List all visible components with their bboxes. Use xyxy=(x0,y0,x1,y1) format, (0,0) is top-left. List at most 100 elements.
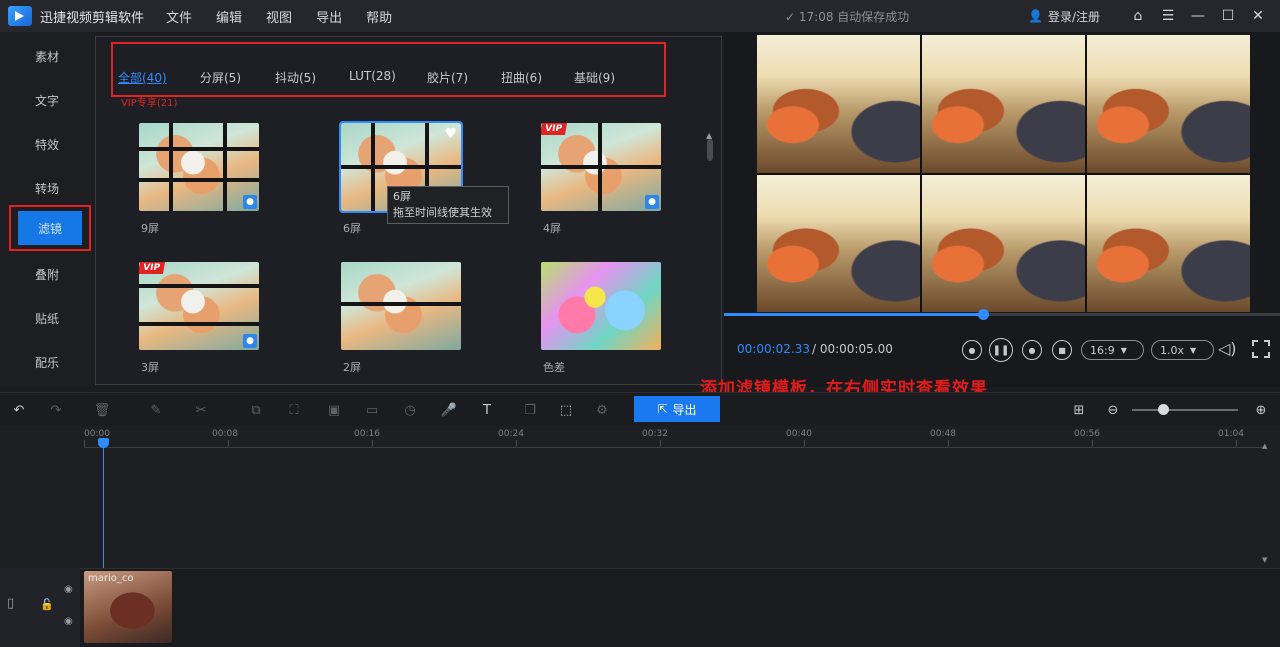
edit-icon[interactable]: ✎ xyxy=(147,401,165,419)
export-button[interactable]: ⇱ 导出 xyxy=(634,396,720,422)
grid-line xyxy=(341,165,461,169)
tab-basic[interactable]: 基础(9) xyxy=(574,69,615,86)
fit-timeline-icon[interactable]: ⊞ xyxy=(1070,401,1088,419)
app-title: 迅捷视频剪辑软件 xyxy=(40,10,145,26)
close-icon[interactable]: ✕ xyxy=(1246,4,1270,28)
sidebar-item-stickers[interactable]: 贴纸 xyxy=(0,298,94,338)
split-icon[interactable]: ⧉ xyxy=(247,401,265,419)
tab-film[interactable]: 胶片(7) xyxy=(427,69,468,86)
playback-progress-bar[interactable] xyxy=(724,309,1280,320)
tooltip-title: 6屏 xyxy=(393,190,411,203)
previous-frame-button[interactable]: ● xyxy=(962,340,982,360)
playhead-line[interactable] xyxy=(103,442,104,574)
grid-line xyxy=(371,123,375,211)
fullscreen-icon[interactable] xyxy=(1252,340,1270,358)
grid-line xyxy=(598,123,602,211)
package-icon[interactable]: ⬚ xyxy=(557,401,575,419)
sidebar-item-text[interactable]: 文字 xyxy=(0,80,94,120)
filter-card-chromatic[interactable]: 色差 xyxy=(541,262,661,374)
lock-icon[interactable]: 🔓 xyxy=(40,598,54,611)
filter-card-3-screen[interactable]: VIP ● 3屏 xyxy=(139,262,259,374)
undo-icon[interactable]: ↶ xyxy=(10,401,28,419)
ruler-label: 00:24 xyxy=(498,429,524,439)
pause-button[interactable]: ❚❚ xyxy=(989,338,1013,362)
timeline-zoom-slider[interactable] xyxy=(1132,409,1238,411)
filter-tabs-highlight: 全部(40) 分屏(5) 抖动(5) LUT(28) 胶片(7) 扭曲(6) 基… xyxy=(111,42,666,97)
timeline-ruler[interactable]: 00:00 00:08 00:16 00:24 00:32 00:40 00:4… xyxy=(84,426,1264,448)
favorite-heart-icon[interactable]: ♥ xyxy=(444,126,457,142)
video-frame-cell xyxy=(757,35,920,173)
video-clip[interactable]: mario_co xyxy=(84,571,172,643)
menu-view[interactable]: 视图 xyxy=(266,7,292,26)
sidebar-item-filters[interactable]: 滤镜 xyxy=(9,205,91,251)
copy-icon[interactable]: ❐ xyxy=(521,401,539,419)
login-label: 登录/注册 xyxy=(1047,9,1100,24)
aspect-ratio-select[interactable]: 16:9 ▼ xyxy=(1081,340,1144,360)
cut-icon[interactable]: ✂ xyxy=(192,401,210,419)
timeline-vertical-scrollbar[interactable]: ▲ ▼ xyxy=(1262,442,1270,565)
tab-shake[interactable]: 抖动(5) xyxy=(275,69,316,86)
sidebar-item-effects[interactable]: 特效 xyxy=(0,124,94,164)
export-icon: ⇱ xyxy=(657,402,668,416)
ruler-label: 00:16 xyxy=(354,429,380,439)
home-icon[interactable]: ⌂ xyxy=(1126,4,1150,28)
tab-all[interactable]: 全部(40) xyxy=(118,69,167,86)
sidebar-item-transitions[interactable]: 转场 xyxy=(0,168,94,208)
tab-split-screen[interactable]: 分屏(5) xyxy=(200,69,241,86)
track-header: ▯ 🔓 ◉ ◉ xyxy=(0,568,80,647)
chevron-down-icon: ▼ xyxy=(1190,345,1197,355)
mosaic-icon[interactable]: ▣ xyxy=(325,401,343,419)
tab-distort[interactable]: 扭曲(6) xyxy=(501,69,542,86)
grid-line xyxy=(139,284,259,288)
delete-icon[interactable]: 🗑 xyxy=(93,401,111,419)
sidebar-item-media[interactable]: 素材 xyxy=(0,36,94,76)
sidebar-item-music[interactable]: 配乐 xyxy=(0,342,94,382)
progress-knob[interactable] xyxy=(978,309,990,320)
filter-card-9-screen[interactable]: ● 9屏 xyxy=(139,123,259,235)
menu-edit[interactable]: 编辑 xyxy=(216,7,242,26)
video-frame-cell xyxy=(1087,174,1250,312)
zoom-in-icon[interactable]: ⊕ xyxy=(1252,401,1270,419)
menu-icon[interactable]: ☰ xyxy=(1156,4,1180,28)
filter-card-2-screen[interactable]: 2屏 xyxy=(341,262,461,374)
check-icon: ✓ xyxy=(785,10,796,24)
zoom-out-icon[interactable]: ⊖ xyxy=(1104,401,1122,419)
sidebar-item-label: 叠附 xyxy=(34,267,59,282)
tab-lut[interactable]: LUT(28) xyxy=(349,69,396,83)
filter-thumbnail: ● xyxy=(139,123,259,211)
speed-icon[interactable]: ◷ xyxy=(401,401,419,419)
scroll-down-icon[interactable]: ▼ xyxy=(1262,556,1267,564)
menu-file[interactable]: 文件 xyxy=(166,7,192,26)
microphone-icon[interactable]: 🎤 xyxy=(440,401,458,419)
sidebar-item-label: 贴纸 xyxy=(34,311,59,326)
text-tool-icon[interactable]: T xyxy=(478,401,496,419)
sidebar-item-overlay[interactable]: 叠附 xyxy=(0,254,94,294)
app-logo-icon xyxy=(8,6,32,26)
video-track xyxy=(0,568,1280,647)
freeze-icon[interactable]: ▭ xyxy=(363,401,381,419)
menu-export[interactable]: 导出 xyxy=(316,7,342,26)
settings-icon[interactable]: ⚙ xyxy=(593,401,611,419)
filter-thumbnail xyxy=(341,262,461,350)
stop-button[interactable]: ■ xyxy=(1052,340,1072,360)
current-time: 00:00:02.33 xyxy=(737,342,810,356)
filter-card-4-screen[interactable]: VIP ● 4屏 xyxy=(541,123,661,235)
login-button[interactable]: 👤 登录/注册 xyxy=(1028,8,1100,25)
clip-name: mario_co xyxy=(88,573,134,584)
playback-speed-select[interactable]: 1.0x ▼ xyxy=(1151,340,1214,360)
minimize-icon[interactable]: — xyxy=(1186,4,1210,28)
panel-scrollbar[interactable]: ▲ xyxy=(706,123,714,378)
ruler-label: 01:04 xyxy=(1218,429,1244,439)
crop-icon[interactable]: ⛶ xyxy=(285,401,303,419)
scrollbar-thumb[interactable] xyxy=(707,139,713,161)
maximize-icon[interactable]: ☐ xyxy=(1216,4,1240,28)
volume-icon[interactable]: ◁) xyxy=(1218,339,1237,358)
eye-icon[interactable]: ◉ xyxy=(64,584,73,595)
scroll-up-icon[interactable]: ▲ xyxy=(1262,442,1267,450)
eye-icon[interactable]: ◉ xyxy=(64,616,73,627)
redo-icon[interactable]: ↷ xyxy=(47,401,65,419)
next-frame-button[interactable]: ● xyxy=(1022,340,1042,360)
playback-speed-value: 1.0x xyxy=(1160,343,1185,357)
menu-help[interactable]: 帮助 xyxy=(366,7,392,26)
zoom-slider-knob[interactable] xyxy=(1158,404,1169,415)
